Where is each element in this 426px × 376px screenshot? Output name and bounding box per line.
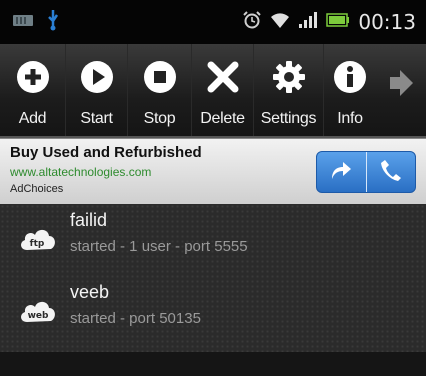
stop-button[interactable]: Stop [128, 44, 192, 136]
server-name: veeb [70, 282, 110, 302]
action-toolbar: Add Start Stop Delete Settings Info [0, 44, 426, 138]
list-item[interactable]: web veeb started - port 50135 [0, 276, 426, 348]
ad-choices[interactable]: AdChoices [10, 183, 63, 195]
battery-icon [326, 12, 350, 32]
start-label: Start [80, 110, 113, 127]
ad-share-button[interactable] [317, 152, 366, 192]
server-status: started - port 50135 [70, 310, 201, 327]
delete-icon [204, 58, 242, 96]
phone-icon [380, 158, 402, 187]
ad-url[interactable]: www.altatechnologies.com [10, 165, 151, 179]
server-list: ftp failid started - 1 user - port 5555 … [0, 204, 426, 376]
info-label: Info [337, 110, 363, 127]
toolbar-overflow-button[interactable] [376, 44, 426, 136]
storage-icon [12, 12, 34, 33]
ftp-badge-text: ftp [30, 239, 45, 249]
delete-label: Delete [200, 110, 245, 127]
add-label: Add [18, 110, 47, 127]
server-status: started - 1 user - port 5555 [70, 238, 248, 255]
info-button[interactable]: Info [324, 44, 376, 136]
list-bottom-divider [0, 352, 426, 376]
alarm-icon [242, 10, 262, 35]
ad-title: Buy Used and Refurbished [10, 144, 202, 161]
add-button[interactable]: Add [0, 44, 66, 136]
status-clock: 00:13 [358, 10, 416, 34]
share-arrow-icon [329, 159, 353, 186]
web-cloud-icon: web [17, 294, 59, 328]
server-name: failid [70, 210, 108, 230]
settings-label: Settings [260, 110, 317, 127]
list-item[interactable]: ftp failid started - 1 user - port 5555 [0, 204, 426, 276]
signal-icon [298, 11, 318, 34]
ad-banner[interactable]: Buy Used and Refurbished www.altatechnol… [0, 138, 426, 204]
gear-icon [270, 58, 308, 96]
ftp-cloud-icon: ftp [17, 222, 59, 256]
stop-label: Stop [143, 110, 176, 127]
add-icon [14, 58, 52, 96]
status-bar: 00:13 [0, 0, 426, 44]
ad-action-buttons [316, 151, 416, 193]
arrow-right-icon [388, 68, 414, 103]
ad-call-button[interactable] [365, 152, 416, 192]
usb-icon [46, 9, 60, 36]
web-badge-text: web [28, 311, 49, 321]
settings-button[interactable]: Settings [254, 44, 324, 136]
start-button[interactable]: Start [66, 44, 128, 136]
play-icon [78, 58, 116, 96]
info-icon [331, 58, 369, 96]
delete-button[interactable]: Delete [192, 44, 254, 136]
wifi-icon [270, 11, 290, 34]
stop-icon [141, 58, 179, 96]
